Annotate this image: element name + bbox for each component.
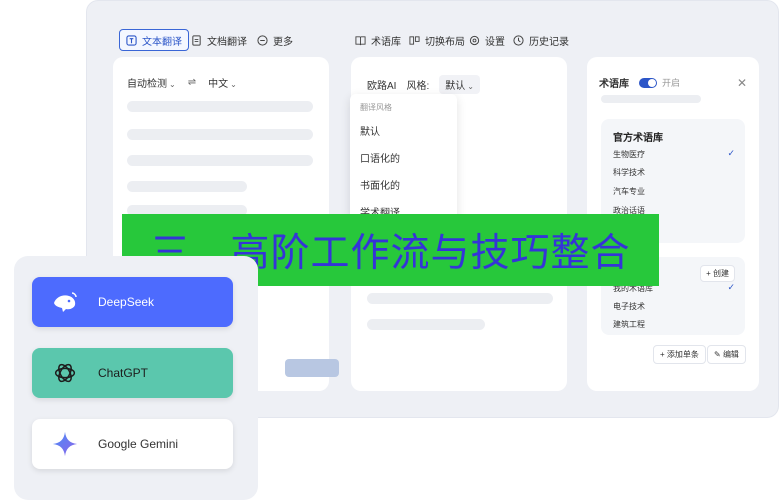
text-placeholder-line [127,181,247,192]
edit-label: 编辑 [722,350,739,359]
edit-icon: ✎ [714,350,721,359]
dropdown-title: 翻译风格 [360,103,392,112]
action-label: 设置 [485,36,505,48]
chatgpt-icon [50,358,80,388]
history-button[interactable]: 历史记录 [507,29,575,51]
tab-document-translate[interactable]: 文档翻译 [185,29,253,51]
style-dropdown-menu: 翻译风格 默认 口语化的 书面化的 学术翻译 [350,94,457,220]
document-icon [192,34,201,46]
text-placeholder-line [367,319,485,330]
deepseek-whale-icon [50,287,80,317]
result-header: 欧路AI 风格: 默认 ⌄ [367,75,480,94]
layout-icon [409,35,420,45]
ai-card-label: ChatGPT [98,366,149,380]
tab-text-translate[interactable]: 文本翻译 [119,29,189,51]
engine-label: 欧路AI [367,81,397,92]
deepseek-card[interactable]: DeepSeek [32,277,233,327]
tab-label: 文档翻译 [207,36,247,48]
glossary-item[interactable]: 汽车专业 [613,186,645,197]
text-placeholder-line [127,155,313,166]
style-label: 风格: [406,81,430,92]
create-glossary-button[interactable]: + 创建 [700,265,735,282]
glossary-toggle[interactable] [639,77,657,88]
chevron-down-icon: ⌄ [467,82,474,91]
switch-layout-button[interactable]: 切换布局 [403,29,471,51]
language-selector-row: 自动检测 ⌄ ⇌ 中文 ⌄ [127,75,237,90]
gemini-star-icon [50,429,80,459]
close-icon[interactable]: ✕ [737,76,747,90]
dropdown-option[interactable]: 默认 [350,119,457,146]
text-placeholder-line [127,101,313,112]
ai-card-label: Google Gemini [98,437,179,451]
source-language-label: 自动检测 [127,79,167,90]
text-placeholder-line [127,129,313,140]
glossary-item[interactable]: 科学技术 [613,167,645,178]
chatgpt-card[interactable]: ChatGPT [32,348,233,398]
tab-more[interactable]: 更多 [251,29,299,51]
gear-icon [469,35,480,45]
text-icon [126,34,137,46]
clock-icon [513,34,524,46]
target-language-label: 中文 [208,79,229,90]
official-glossary-title: 官方术语库 [613,133,663,144]
dropdown-option[interactable]: 书面化的 [350,173,457,200]
dropdown-option[interactable]: 口语化的 [350,146,457,173]
style-value: 默认 [445,81,466,92]
glossary-button[interactable]: 术语库 [349,29,407,51]
action-label: 切换布局 [425,36,465,48]
text-placeholder-line [367,293,553,304]
book-icon [355,35,366,45]
glossary-header: 术语库 开启 ✕ [599,75,747,91]
toggle-label: 开启 [662,78,681,88]
glossary-item[interactable]: 建筑工程 [613,319,645,330]
text-placeholder-line [601,95,701,103]
add-entry-button[interactable]: + 添加单条 [653,345,706,364]
source-language-select[interactable]: 自动检测 ⌄ [127,75,176,90]
tab-label: 更多 [273,36,293,48]
glossary-item[interactable]: 生物医疗 [613,149,645,160]
tab-label: 文本翻译 [142,36,182,48]
action-label: 历史记录 [529,36,569,48]
edit-button[interactable]: ✎ 编辑 [707,345,746,364]
toolbar: 文本翻译 文档翻译 更多 术语库 切换布局 设置 历史记录 [87,29,778,53]
settings-button[interactable]: 设置 [463,29,511,51]
swap-icon[interactable]: ⇌ [188,77,196,88]
translate-button[interactable] [285,359,339,377]
gemini-card[interactable]: Google Gemini [32,419,233,469]
action-label: 术语库 [371,36,401,48]
chevron-down-icon: ⌄ [230,80,237,89]
glossary-title: 术语库 [599,79,629,90]
style-select[interactable]: 默认 ⌄ [439,75,480,94]
ai-card-label: DeepSeek [98,295,155,309]
target-language-select[interactable]: 中文 ⌄ [208,75,237,90]
check-icon: ✓ [727,148,735,158]
more-icon [257,34,268,46]
chevron-down-icon: ⌄ [169,80,176,89]
glossary-item[interactable]: 电子技术 [613,301,645,312]
check-icon: ✓ [727,282,735,292]
